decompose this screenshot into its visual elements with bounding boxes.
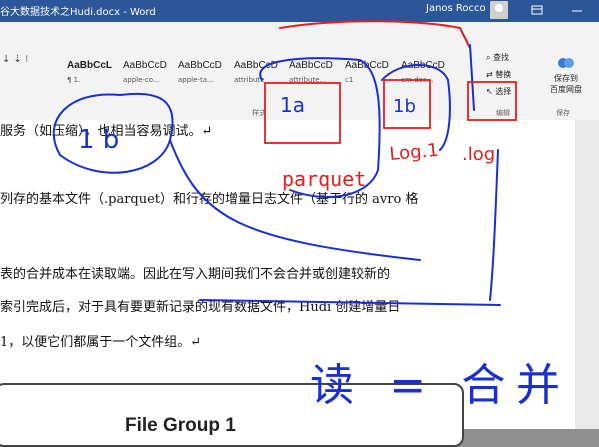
- style-1[interactable]: AaBbCcL ¶ 1.: [67, 60, 121, 94]
- user-name[interactable]: Janos Rocco: [426, 3, 486, 14]
- doc-line-2: 列存的基本文件（.parquet）和行存的增量日志文件（基于行的 avro 格: [0, 192, 419, 207]
- edit-group-label: 编辑: [496, 109, 510, 117]
- quick-tools[interactable]: ↓ ⇣ ⁝: [2, 54, 28, 65]
- style-name: apple-ta...: [178, 76, 214, 84]
- replace-icon: ⇄: [486, 70, 493, 79]
- style-name: apple-co...: [123, 76, 160, 84]
- save-baidu-line2: 百度网盘: [550, 85, 582, 94]
- save-baidu-line1: 保存到: [554, 74, 578, 83]
- doc-line-3: 表的合并成本在读取端。因此在写入期间我们不会合并或创建较新的: [0, 267, 391, 282]
- style-apple-co[interactable]: AaBbCcD apple-co...: [123, 60, 177, 94]
- find-button[interactable]: ⌕ 查找: [486, 52, 509, 63]
- window-title: 谷大数据技术之Hudi.docx - Word: [0, 7, 156, 18]
- title-bar: 谷大数据技术之Hudi.docx - Word Janos Rocco: [0, 0, 599, 22]
- doc-line-4: 索引完成后，对于具有要更新记录的现有数据文件，Hudi 创建增量日: [0, 300, 401, 315]
- find-label: 查找: [493, 53, 510, 62]
- style-name: ¶ 1.: [67, 76, 81, 84]
- style-c1[interactable]: AaBbCcD c1: [345, 60, 399, 94]
- cursor-icon: ↖: [486, 87, 493, 96]
- style-name: attribute...: [289, 76, 327, 84]
- avatar[interactable]: [490, 1, 508, 19]
- style-sample: AaBbCcD: [401, 60, 445, 71]
- styles-group-label: 样式: [252, 109, 266, 117]
- baidu-cloud-icon: [540, 54, 592, 73]
- ribbon-display-icon[interactable]: [530, 2, 544, 16]
- doc-line-5: 1，以便它们都属于一个文件组。↵: [0, 335, 202, 350]
- search-icon: ⌕: [486, 53, 491, 62]
- doc-line-1: 服务（如压缩），也相当容易调试。↵: [0, 124, 213, 139]
- style-attribute-2[interactable]: AaBbCcD attribute...: [289, 60, 343, 94]
- save-baidu-button[interactable]: 保存到 百度网盘: [540, 54, 592, 95]
- minimize-icon[interactable]: [570, 2, 584, 16]
- style-name: c1: [345, 76, 354, 84]
- style-sample: AaBbCcD: [123, 60, 167, 71]
- select-label: 选择: [495, 87, 512, 96]
- style-sample: AaBbCcD: [345, 60, 389, 71]
- save-group-label: 保存: [556, 109, 570, 117]
- style-sample: AaBbCcL: [67, 60, 113, 71]
- replace-button[interactable]: ⇄ 替换: [486, 69, 511, 80]
- style-sample: AaBbCcD: [178, 60, 222, 71]
- vertical-scrollbar[interactable]: [575, 120, 599, 429]
- style-apple-ta[interactable]: AaBbCcD apple-ta...: [178, 60, 232, 94]
- style-sample: AaBbCcD: [234, 60, 278, 71]
- style-sample: AaBbCcD: [289, 60, 333, 71]
- style-attribute[interactable]: AaBbCcD attribute: [234, 60, 288, 94]
- select-button[interactable]: ↖ 选择: [486, 86, 511, 97]
- style-cm-doc[interactable]: AaBbCcD cm-doc...: [401, 60, 455, 94]
- style-name: cm-doc...: [401, 76, 434, 84]
- style-name: attribute: [234, 76, 265, 84]
- replace-label: 替换: [495, 70, 512, 79]
- ribbon: ↓ ⇣ ⁝ AaBbCcL ¶ 1. AaBbCcD apple-co... A…: [0, 22, 599, 121]
- figure-title: File Group 1: [125, 415, 236, 436]
